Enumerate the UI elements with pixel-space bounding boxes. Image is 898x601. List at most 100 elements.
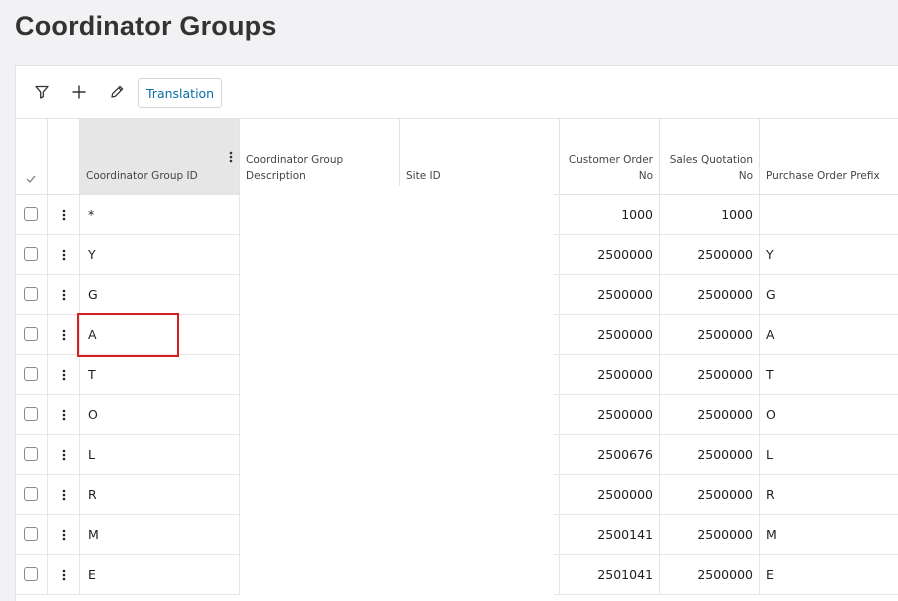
row-menu-icon[interactable] — [48, 395, 79, 434]
row-actions-cell — [48, 435, 80, 474]
row-menu-icon[interactable] — [48, 475, 79, 514]
row-select-cell — [16, 435, 48, 474]
row-actions-cell — [48, 395, 80, 434]
row-actions-cell — [48, 315, 80, 354]
cell-purchase-order-prefix[interactable] — [760, 195, 898, 234]
row-menu-icon[interactable] — [48, 275, 79, 314]
pencil-icon[interactable] — [103, 78, 131, 106]
column-header-customer-order-no[interactable]: Customer Order No — [560, 119, 660, 194]
row-menu-icon[interactable] — [48, 195, 79, 234]
cell-sales-quotation-no[interactable]: 2500000 — [660, 435, 760, 474]
row-checkbox[interactable] — [24, 287, 38, 301]
cell-sales-quotation-no[interactable]: 2500000 — [660, 555, 760, 594]
cell-coordinator-group-id[interactable]: O — [80, 395, 240, 434]
cell-coordinator-group-id[interactable]: L — [80, 435, 240, 474]
row-actions-cell — [48, 555, 80, 594]
row-select-cell — [16, 355, 48, 394]
row-checkbox[interactable] — [24, 207, 38, 221]
column-menu-icon[interactable] — [229, 148, 233, 167]
cell-sales-quotation-no[interactable]: 2500000 — [660, 235, 760, 274]
row-checkbox[interactable] — [24, 367, 38, 381]
column-label-customer-order-no: Customer Order No — [568, 154, 653, 182]
cell-sales-quotation-no[interactable]: 2500000 — [660, 515, 760, 554]
cell-customer-order-no[interactable]: 2501041 — [560, 555, 660, 594]
cell-coordinator-group-id[interactable]: M — [80, 515, 240, 554]
filter-icon[interactable] — [28, 78, 56, 106]
column-header-sales-quotation-no[interactable]: Sales Quotation No — [660, 119, 760, 194]
grid-header: Coordinator Group ID Coordinator Group D… — [16, 119, 898, 195]
cell-purchase-order-prefix[interactable]: R — [760, 475, 898, 514]
row-checkbox[interactable] — [24, 567, 38, 581]
cell-customer-order-no[interactable]: 2500141 — [560, 515, 660, 554]
cell-coordinator-group-id[interactable]: T — [80, 355, 240, 394]
cell-customer-order-no[interactable]: 2500000 — [560, 315, 660, 354]
cell-purchase-order-prefix[interactable]: G — [760, 275, 898, 314]
column-label-site-id: Site ID — [406, 170, 441, 182]
row-checkbox[interactable] — [24, 407, 38, 421]
row-checkbox[interactable] — [24, 247, 38, 261]
cell-customer-order-no[interactable]: 2500000 — [560, 395, 660, 434]
cell-customer-order-no[interactable]: 1000 — [560, 195, 660, 234]
toolbar: Translation — [16, 66, 898, 119]
cell-purchase-order-prefix[interactable]: O — [760, 395, 898, 434]
row-menu-icon[interactable] — [48, 235, 79, 274]
cell-sales-quotation-no[interactable]: 2500000 — [660, 475, 760, 514]
row-checkbox[interactable] — [24, 327, 38, 341]
cell-coordinator-group-id[interactable]: * — [80, 195, 240, 234]
row-checkbox[interactable] — [24, 527, 38, 541]
row-actions-cell — [48, 235, 80, 274]
row-select-cell — [16, 515, 48, 554]
row-menu-icon[interactable] — [48, 315, 79, 354]
cell-coordinator-group-id[interactable]: G — [80, 275, 240, 314]
cell-customer-order-no[interactable]: 2500000 — [560, 475, 660, 514]
check-icon — [26, 175, 36, 183]
row-menu-icon[interactable] — [48, 555, 79, 594]
row-actions-cell — [48, 515, 80, 554]
row-actions-cell — [48, 275, 80, 314]
cell-purchase-order-prefix[interactable]: E — [760, 555, 898, 594]
cell-customer-order-no[interactable]: 2500676 — [560, 435, 660, 474]
row-actions-cell — [48, 195, 80, 234]
cell-sales-quotation-no[interactable]: 2500000 — [660, 355, 760, 394]
column-header-purchase-order-prefix[interactable]: Purchase Order Prefix — [760, 119, 898, 194]
page-title: Coordinator Groups — [15, 11, 277, 41]
row-menu-icon[interactable] — [48, 515, 79, 554]
cell-coordinator-group-id[interactable]: E — [80, 555, 240, 594]
redacted-area — [240, 186, 554, 601]
cell-coordinator-group-id[interactable]: R — [80, 475, 240, 514]
cell-customer-order-no[interactable]: 2500000 — [560, 235, 660, 274]
row-checkbox[interactable] — [24, 447, 38, 461]
plus-icon[interactable] — [65, 78, 93, 106]
row-actions-cell — [48, 355, 80, 394]
column-label-sales-quotation-no: Sales Quotation No — [669, 154, 753, 182]
cell-sales-quotation-no[interactable]: 1000 — [660, 195, 760, 234]
column-header-site-id[interactable]: Site ID — [400, 119, 560, 194]
cell-sales-quotation-no[interactable]: 2500000 — [660, 315, 760, 354]
row-actions-header — [48, 119, 80, 194]
cell-purchase-order-prefix[interactable]: L — [760, 435, 898, 474]
cell-coordinator-group-id[interactable]: Y — [80, 235, 240, 274]
row-checkbox[interactable] — [24, 487, 38, 501]
cell-purchase-order-prefix[interactable]: M — [760, 515, 898, 554]
row-select-cell — [16, 275, 48, 314]
cell-purchase-order-prefix[interactable]: Y — [760, 235, 898, 274]
cell-purchase-order-prefix[interactable]: T — [760, 355, 898, 394]
cell-purchase-order-prefix[interactable]: A — [760, 315, 898, 354]
cell-customer-order-no[interactable]: 2500000 — [560, 275, 660, 314]
row-menu-icon[interactable] — [48, 355, 79, 394]
cell-sales-quotation-no[interactable]: 2500000 — [660, 395, 760, 434]
row-select-cell — [16, 475, 48, 514]
column-header-coordinator-group-description[interactable]: Coordinator Group Description — [240, 119, 400, 194]
row-select-cell — [16, 315, 48, 354]
row-menu-icon[interactable] — [48, 435, 79, 474]
row-select-cell — [16, 235, 48, 274]
column-label-coordinator-group-id: Coordinator Group ID — [86, 170, 198, 182]
selected-cell-highlight — [77, 313, 179, 357]
cell-customer-order-no[interactable]: 2500000 — [560, 355, 660, 394]
translation-button[interactable]: Translation — [138, 78, 223, 108]
cell-sales-quotation-no[interactable]: 2500000 — [660, 275, 760, 314]
select-all-header[interactable] — [16, 119, 48, 194]
column-header-coordinator-group-id[interactable]: Coordinator Group ID — [80, 119, 240, 194]
row-select-cell — [16, 395, 48, 434]
column-label-coordinator-group-description: Coordinator Group Description — [246, 154, 344, 182]
